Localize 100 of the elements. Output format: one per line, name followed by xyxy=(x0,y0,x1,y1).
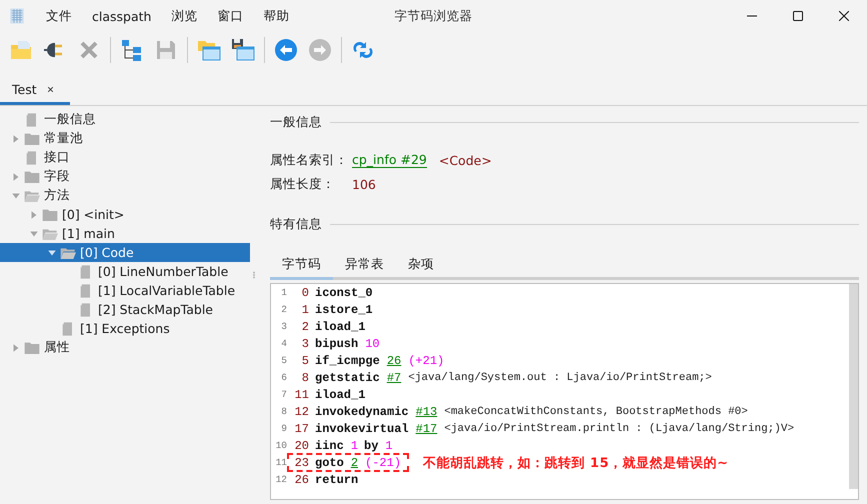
close-icon xyxy=(839,11,849,21)
opcode: iload_1 xyxy=(315,388,366,402)
opcode: iconst_0 xyxy=(315,286,373,300)
floppy-window-icon xyxy=(231,38,255,62)
minimize-icon xyxy=(747,15,757,17)
tab[interactable]: 杂项 xyxy=(396,256,446,280)
folder-icon xyxy=(24,130,40,146)
floppy-icon xyxy=(154,38,178,62)
bytecode-offset: 3 xyxy=(300,336,309,350)
scrollbar[interactable] xyxy=(849,284,858,489)
folder-icon xyxy=(24,340,40,356)
reference-link[interactable]: #17 xyxy=(416,422,438,436)
folder-icon xyxy=(24,168,40,184)
field-label: 属性名索引： xyxy=(270,152,349,168)
folder-window-icon xyxy=(197,38,221,62)
tree-item[interactable]: [1] main xyxy=(0,224,250,243)
tree-label: 常量池 xyxy=(44,130,83,147)
opcode: istore_1 xyxy=(315,302,373,316)
operand-keyword: by xyxy=(364,438,378,452)
tree-label: 方法 xyxy=(44,187,70,204)
field-value: 106 xyxy=(352,176,376,192)
constant-link[interactable]: cp_info #29 xyxy=(352,152,427,168)
expand-arrow-icon xyxy=(29,210,39,220)
operand-value: (-21) xyxy=(365,456,402,470)
tree-item[interactable]: [1] Exceptions xyxy=(0,319,250,338)
constant-comment: <java/lang/System.out : Ljava/io/PrintStream;> xyxy=(408,372,712,384)
reference-link[interactable]: #7 xyxy=(386,370,402,384)
tree-label: [0] LineNumberTable xyxy=(98,264,228,279)
tab[interactable]: 字节码 xyxy=(270,256,333,280)
opcode: invokedynamic xyxy=(315,404,409,418)
menu-item[interactable]: 窗口 xyxy=(207,8,254,24)
bytecode-offset: 8 xyxy=(300,370,309,384)
opcode: iload_1 xyxy=(315,320,366,334)
tree-label: [0] Code xyxy=(80,245,134,260)
tree-item[interactable]: [0] <init> xyxy=(0,205,250,224)
bytecode-offset: 0 xyxy=(300,286,309,300)
opcode: bipush xyxy=(315,336,358,350)
app-icon xyxy=(8,7,26,25)
section-title: 特有信息 xyxy=(270,216,322,232)
reference-link[interactable]: 2 xyxy=(350,456,358,470)
tree-label: [0] <init> xyxy=(62,207,124,222)
section-title: 一般信息 xyxy=(270,114,322,130)
field-label: 属性长度： xyxy=(270,176,336,192)
tree-item[interactable]: [1] LocalVariableTable xyxy=(0,281,250,300)
tree-label: 字段 xyxy=(44,168,70,185)
tree-item[interactable]: [0] LineNumberTable xyxy=(0,262,250,281)
line-number: 6 xyxy=(280,372,287,383)
menu-item[interactable]: 文件 xyxy=(36,8,82,24)
line-number: 9 xyxy=(280,423,287,434)
opcode: invokevirtual xyxy=(315,422,409,436)
constant-comment: <java/io/PrintStream.println : (Ljava/lang/String;)V> xyxy=(444,422,794,434)
bytecode-offset: 20 xyxy=(294,438,309,452)
folder-icon xyxy=(9,38,33,62)
tree-icon xyxy=(120,38,144,62)
line-number: 12 xyxy=(274,474,287,485)
tree-item[interactable]: 接口 xyxy=(0,148,250,167)
line-number: 4 xyxy=(280,338,287,349)
expand-arrow-icon xyxy=(11,134,21,144)
tree-item[interactable]: 方法 xyxy=(0,186,250,205)
menu-item[interactable]: 浏览 xyxy=(161,8,208,24)
line-number: 10 xyxy=(274,440,287,451)
tree-item[interactable]: 常量池 xyxy=(0,129,250,148)
opcode: getstatic xyxy=(315,370,380,384)
collapse-arrow-icon xyxy=(11,190,21,200)
line-number: 8 xyxy=(280,406,287,417)
bytecode-offset: 23 xyxy=(294,456,309,470)
tree-item[interactable]: 属性 xyxy=(0,338,250,357)
line-number: 1 xyxy=(280,287,287,298)
bytecode-offset: 5 xyxy=(300,354,309,368)
tab[interactable]: 异常表 xyxy=(333,256,396,280)
opcode: return xyxy=(315,472,358,486)
operand-value: 1 xyxy=(385,438,393,452)
opcode: goto xyxy=(315,456,344,470)
tree-item[interactable]: [2] StackMapTable xyxy=(0,300,250,319)
tree-label: 属性 xyxy=(44,339,70,356)
tree-label: 接口 xyxy=(44,149,70,166)
menu-item[interactable]: classpath xyxy=(82,8,162,24)
folder-icon xyxy=(42,206,58,222)
opcode: if_icmpge xyxy=(315,354,380,368)
expand-arrow-icon xyxy=(11,342,21,352)
constant-comment: <makeConcatWithConstants, BootstrapMethods #0> xyxy=(444,406,748,418)
field-value: <Code> xyxy=(438,152,492,168)
reference-link[interactable]: 26 xyxy=(386,354,402,368)
tree-label: [1] main xyxy=(62,226,115,241)
operand-value: 1 xyxy=(350,438,358,452)
line-number: 7 xyxy=(280,389,287,400)
line-number: 2 xyxy=(280,304,287,315)
tree-label: [1] LocalVariableTable xyxy=(98,283,236,298)
line-number: 3 xyxy=(280,321,287,332)
expand-arrow-icon xyxy=(11,172,21,182)
operand-value: (+21) xyxy=(408,354,444,368)
reference-link[interactable]: #13 xyxy=(416,404,438,418)
menu-item[interactable]: 帮助 xyxy=(253,8,300,24)
tree-item[interactable]: 一般信息 xyxy=(0,110,250,129)
line-number: 5 xyxy=(280,355,287,366)
tree-item[interactable]: 字段 xyxy=(0,167,250,186)
bytecode-offset: 11 xyxy=(294,388,309,402)
bytecode-offset: 17 xyxy=(294,422,309,436)
tree-item[interactable]: [0] Code xyxy=(0,243,250,262)
tree-label: [1] Exceptions xyxy=(80,321,170,336)
